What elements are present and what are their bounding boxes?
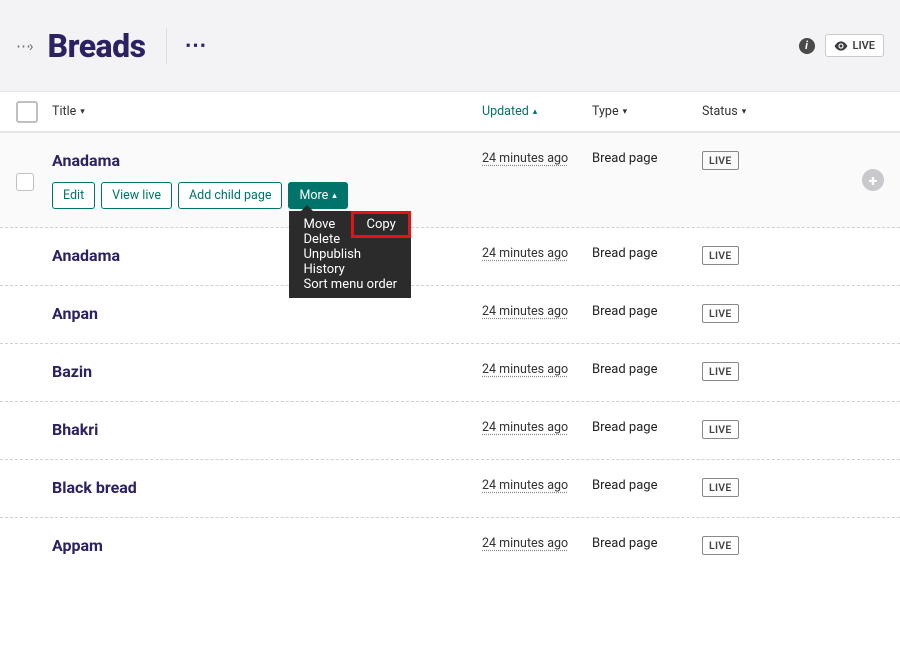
view-live-button[interactable]: View live (101, 182, 172, 209)
table-row: Anadama Edit View live Add child page Mo… (0, 132, 900, 228)
chevron-down-icon: ▾ (742, 107, 747, 117)
row-updated: 24 minutes ago (482, 478, 568, 493)
row-updated: 24 minutes ago (482, 246, 568, 261)
column-title[interactable]: Title ▾ (52, 104, 482, 119)
row-title-link[interactable]: Black bread (52, 478, 137, 497)
row-title-link[interactable]: Appam (52, 536, 103, 555)
column-type[interactable]: Type ▾ (592, 104, 702, 119)
more-dropdown: Move Copy Delete Unpublish History Sort … (289, 211, 411, 298)
status-badge: LIVE (702, 362, 739, 381)
status-badge: LIVE (702, 246, 739, 265)
header-left: ⋯› Breads ⋯ (16, 27, 207, 65)
column-type-label: Type (592, 104, 619, 119)
row-type: Bread page (592, 478, 657, 493)
row-title-link[interactable]: Anadama (52, 151, 120, 170)
chevron-down-icon: ▾ (80, 107, 85, 117)
row-type: Bread page (592, 536, 657, 551)
row-updated: 24 minutes ago (482, 536, 568, 551)
row-type: Bread page (592, 420, 657, 435)
column-status[interactable]: Status ▾ (702, 104, 802, 119)
status-badge: LIVE (702, 536, 739, 555)
table-row: Anadama 24 minutes ago Bread page LIVE (0, 228, 900, 286)
page-title: Breads (48, 27, 146, 65)
header-right: i LIVE (799, 34, 884, 57)
row-title-link[interactable]: Bhakri (52, 420, 98, 439)
row-title-link[interactable]: Anpan (52, 304, 98, 323)
row-type: Bread page (592, 304, 657, 319)
eye-icon (834, 41, 848, 51)
page-header: ⋯› Breads ⋯ i LIVE (0, 0, 900, 92)
row-actions: Edit View live Add child page More ▴ Mov… (52, 182, 482, 209)
add-child-icon[interactable]: + (862, 169, 884, 191)
table-body: Anadama Edit View live Add child page Mo… (0, 132, 900, 575)
add-child-button[interactable]: Add child page (178, 182, 282, 209)
status-badge: LIVE (702, 420, 739, 439)
more-button[interactable]: More ▴ Move Copy Delete Unpublish Histor… (288, 182, 347, 209)
row-updated: 24 minutes ago (482, 151, 568, 166)
row-updated: 24 minutes ago (482, 304, 568, 319)
chevron-up-icon: ▴ (332, 191, 337, 201)
column-title-label: Title (52, 104, 76, 119)
select-all-checkbox[interactable] (16, 101, 38, 123)
live-label: LIVE (853, 39, 875, 52)
table-row: Appam 24 minutes ago Bread page LIVE (0, 518, 900, 575)
status-badge: LIVE (702, 478, 739, 497)
row-title-link[interactable]: Anadama (52, 246, 120, 265)
column-updated[interactable]: Updated ▴ (482, 104, 592, 119)
table-row: Bazin 24 minutes ago Bread page LIVE (0, 344, 900, 402)
table-row: Bhakri 24 minutes ago Bread page LIVE (0, 402, 900, 460)
back-icon[interactable]: ⋯› (16, 37, 32, 55)
row-updated: 24 minutes ago (482, 420, 568, 435)
dropdown-copy[interactable]: Copy (352, 212, 409, 237)
row-type: Bread page (592, 362, 657, 377)
view-live-button[interactable]: LIVE (825, 34, 884, 57)
edit-button[interactable]: Edit (52, 182, 95, 209)
row-type: Bread page (592, 151, 657, 166)
more-label: More (299, 188, 328, 203)
info-icon[interactable]: i (799, 38, 815, 54)
column-updated-label: Updated (482, 104, 529, 119)
row-type: Bread page (592, 246, 657, 261)
page-actions-icon[interactable]: ⋯ (185, 35, 207, 57)
column-status-label: Status (702, 104, 738, 119)
column-headers: Title ▾ Updated ▴ Type ▾ Status ▾ (0, 92, 900, 132)
status-badge: LIVE (702, 304, 739, 323)
row-title-link[interactable]: Bazin (52, 362, 92, 381)
table-row: Black bread 24 minutes ago Bread page LI… (0, 460, 900, 518)
table-row: Anpan 24 minutes ago Bread page LIVE (0, 286, 900, 344)
row-updated: 24 minutes ago (482, 362, 568, 377)
status-badge: LIVE (702, 151, 739, 170)
dropdown-sort[interactable]: Sort menu order (289, 272, 411, 297)
row-checkbox[interactable] (16, 173, 34, 191)
chevron-up-icon: ▴ (533, 107, 538, 117)
title-divider (166, 28, 167, 64)
chevron-down-icon: ▾ (623, 107, 628, 117)
